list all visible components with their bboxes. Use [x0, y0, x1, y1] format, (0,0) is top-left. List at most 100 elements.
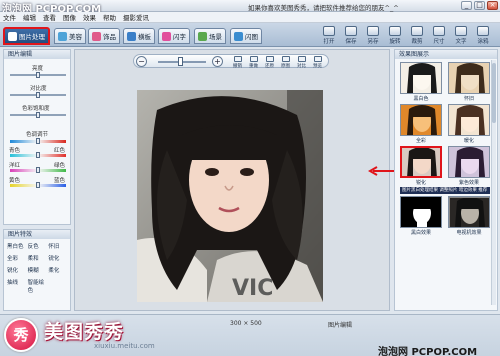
image-dimensions: 300 × 500	[230, 320, 262, 327]
yellow-blue-knob[interactable]	[36, 182, 40, 188]
zoom-in-button[interactable]: +	[212, 56, 223, 67]
meitu-logo-icon: 秀	[4, 318, 38, 352]
restore-icon	[265, 56, 274, 62]
thumb-image	[449, 197, 489, 227]
menu-image[interactable]: 图像	[63, 12, 76, 22]
save-button[interactable]: 保存	[340, 26, 362, 46]
hue-knob[interactable]	[36, 138, 40, 144]
undo-button[interactable]: 撤销	[230, 56, 245, 70]
menu-effects[interactable]: 效果	[83, 12, 96, 22]
thumb-tv[interactable]	[448, 196, 490, 228]
tab-flash-image[interactable]: 闪图	[230, 28, 262, 44]
effect-item[interactable]: 全彩	[7, 254, 28, 262]
thumb-warm[interactable]	[448, 104, 490, 136]
flash-image-icon	[234, 31, 243, 41]
right-scrollbar[interactable]	[491, 60, 496, 305]
blue-label: 蓝色	[54, 178, 66, 184]
cyan-label: 青色	[9, 148, 21, 154]
compare-button[interactable]: 对比	[294, 56, 309, 70]
zoom-knob[interactable]	[178, 57, 183, 66]
resize-button[interactable]: 尺寸	[428, 26, 450, 46]
thumb-purple[interactable]	[448, 146, 490, 178]
effect-item[interactable]	[48, 278, 69, 294]
rotate-icon	[389, 26, 401, 36]
brightness-knob[interactable]	[36, 72, 40, 78]
portrait-photo: VIC	[137, 90, 323, 302]
preview-button[interactable]: 预览	[310, 56, 325, 70]
tab-scene[interactable]: 场景	[194, 28, 226, 44]
restore-button[interactable]: 还原	[262, 56, 277, 70]
effect-item[interactable]: 智能绘色	[28, 278, 49, 294]
tab-flash-text[interactable]: 闪字	[158, 28, 190, 44]
doodle-button[interactable]: 涂鸦	[472, 26, 494, 46]
redo-button[interactable]: 重做	[246, 56, 261, 70]
scroll-thumb[interactable]	[492, 63, 496, 123]
tab-template[interactable]: 横板	[123, 28, 155, 44]
effect-item[interactable]: 怀旧	[48, 242, 69, 250]
status-bar: 秀 美图秀秀 xiuxiu.meitu.com 300 × 500 图片编辑 泡…	[0, 314, 500, 356]
effect-item[interactable]: 模糊	[28, 266, 49, 274]
thumb-image	[407, 197, 437, 227]
thumb-vintage[interactable]	[448, 62, 490, 94]
tab-label: 美容	[69, 33, 82, 41]
tab-accessories[interactable]: 饰品	[88, 28, 120, 44]
menu-help[interactable]: 帮助	[103, 12, 116, 22]
maximize-button[interactable]: □	[474, 1, 485, 10]
photo-canvas[interactable]: VIC	[137, 90, 323, 302]
image-edit-panel: 图片编辑 亮度 对比度 色彩饱和度 色调调节 青色 红色 洋红 绿色 黄色 蓝色	[3, 49, 71, 225]
toolbar: 图片处理 美容 饰品 横板 闪字 场景 闪图 打开 保存 另存 旋转 裁剪 尺寸…	[0, 23, 500, 47]
effect-item[interactable]: 反色	[28, 242, 49, 250]
effect-item[interactable]: 锐化	[7, 266, 28, 274]
hue-label: 色调调节	[26, 132, 49, 138]
thumb-sharpen[interactable]	[400, 146, 442, 178]
effect-item[interactable]: 锐化	[48, 254, 69, 262]
effect-item[interactable]: 抽线	[7, 278, 28, 294]
contrast-knob[interactable]	[36, 92, 40, 98]
effect-item[interactable]: 黑白色	[7, 242, 28, 250]
effects-grid: 黑白色 反色 怀旧 全彩 柔和 锐化 锐化 模糊 柔化 抽线 智能绘色	[7, 242, 69, 294]
effect-item[interactable]: 柔和	[28, 254, 49, 262]
menu-view[interactable]: 查看	[43, 12, 56, 22]
tab-label: 场景	[209, 33, 222, 41]
thumb-fullcolor[interactable]	[400, 104, 442, 136]
save-as-button[interactable]: 另存	[362, 26, 384, 46]
tab-image-processing[interactable]: 图片处理	[3, 27, 50, 45]
green-label: 绿色	[54, 163, 66, 169]
resize-icon	[433, 26, 445, 36]
menu-photo[interactable]: 摄影爱讯	[123, 12, 149, 22]
tab-beauty[interactable]: 美容	[54, 28, 86, 44]
thumb-image	[455, 105, 485, 135]
menu-edit[interactable]: 编辑	[23, 12, 36, 22]
crop-button[interactable]: 裁剪	[406, 26, 428, 46]
brightness-label: 亮度	[32, 66, 44, 72]
thumb-bw-effect[interactable]	[400, 196, 442, 228]
save-as-icon	[367, 26, 379, 36]
window-title: 如果你喜欢美图秀秀，请把软件推荐给您的朋友^_^	[248, 4, 399, 12]
original-icon	[281, 56, 290, 62]
open-button[interactable]: 打开	[318, 26, 340, 46]
saturation-knob[interactable]	[36, 112, 40, 118]
tab-label: 饰品	[103, 33, 116, 41]
minimize-button[interactable]: _	[461, 1, 472, 10]
tab-label: 图片处理	[19, 33, 45, 41]
watermark-bottom: 泡泡网 PCPOP.COM	[378, 347, 478, 356]
effect-banner: 图片黑白处理结果 调整照片 暗边效果 推荐	[400, 187, 490, 194]
original-button[interactable]: 原图	[278, 56, 293, 70]
zoom-out-button[interactable]: −	[136, 56, 147, 67]
close-button[interactable]: ×	[487, 1, 498, 10]
redo-icon	[249, 56, 258, 62]
image-effects-panel: 图片特效 黑白色 反色 怀旧 全彩 柔和 锐化 锐化 模糊 柔化 抽线 智能绘色	[3, 229, 71, 311]
canvas-area: − + 撤销 重做 还原 原图 对比 预览 VIC	[74, 49, 390, 311]
text-button[interactable]: 文字	[450, 26, 472, 46]
save-icon	[345, 26, 357, 36]
contrast-label: 对比度	[30, 86, 47, 92]
magenta-green-knob[interactable]	[36, 167, 40, 173]
title-bar: 泡泡网 PCPOP.COM 如果你喜欢美图秀秀，请把软件推荐给您的朋友^_^ _…	[0, 0, 500, 15]
menu-bar: 文件 编辑 查看 图像 效果 帮助 摄影爱讯	[0, 12, 500, 23]
cyan-red-knob[interactable]	[36, 152, 40, 158]
image-processing-icon	[8, 31, 17, 41]
menu-file[interactable]: 文件	[3, 12, 16, 22]
rotate-button[interactable]: 旋转	[384, 26, 406, 46]
thumb-bw[interactable]	[400, 62, 442, 94]
effect-item[interactable]: 柔化	[48, 266, 69, 274]
